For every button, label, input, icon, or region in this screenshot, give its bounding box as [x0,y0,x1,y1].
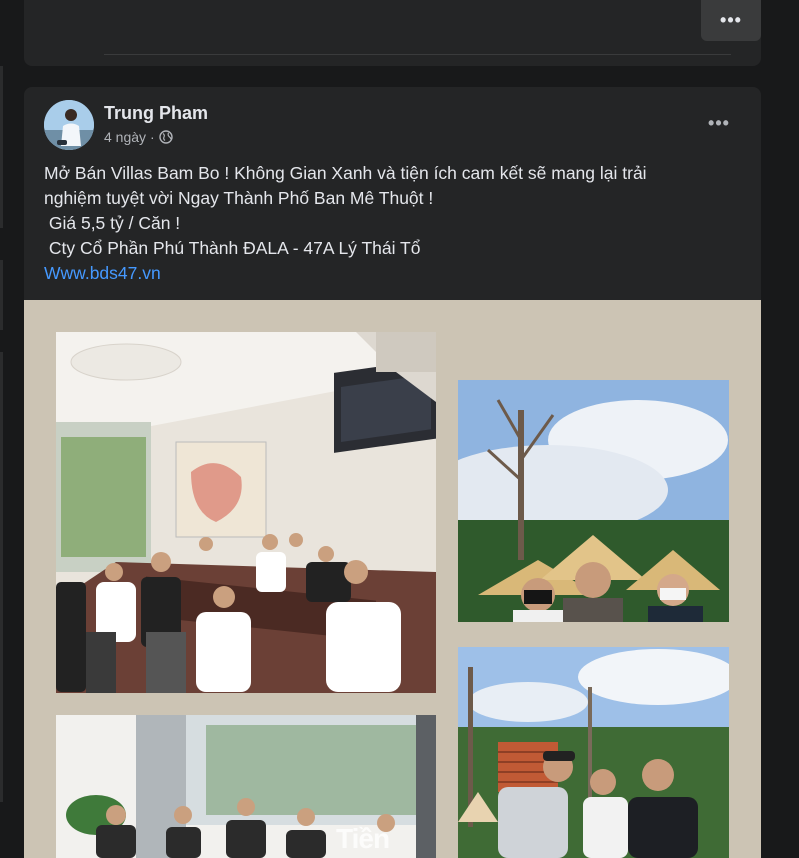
post-more-button[interactable]: ••• [702,110,736,136]
photo-site-visit[interactable] [458,647,729,858]
post-text-line: Mở Bán Villas Bam Bo ! Không Gian Xanh v… [44,163,647,183]
post-text-line: Giá 5,5 tỷ / Căn ! [44,213,181,233]
post-meta: 4 ngày · [104,129,173,145]
more-horizontal-icon: ••• [708,112,730,133]
author-avatar[interactable] [44,100,94,150]
photo-office-entrance[interactable]: Tiền phong [56,715,436,858]
left-column-edge [0,260,3,330]
photo-three-women[interactable] [458,380,729,622]
comment-input-divider [104,54,731,55]
watermark: Tiền phong [336,823,418,858]
previous-post-card [24,0,761,66]
post-body: Mở Bán Villas Bam Bo ! Không Gian Xanh v… [44,161,734,286]
post-media-collage: Tiền phong [24,300,761,858]
more-horizontal-icon: ••• [720,10,742,30]
post-card: Trung Pham 4 ngày · ••• Mở Bán Villas Ba… [24,87,761,858]
previous-post-more-button[interactable]: ••• [701,0,761,41]
photo-meeting-room[interactable] [56,332,436,693]
author-name[interactable]: Trung Pham [104,103,208,124]
post-text-line: nghiệm tuyệt vời Ngay Thành Phố Ban Mê T… [44,188,434,208]
post-text-line: Cty Cổ Phần Phú Thành ĐALA - 47A Lý Thái… [44,238,421,258]
meta-separator: · [150,129,155,145]
left-column-edge [0,352,3,802]
globe-icon[interactable] [159,130,173,144]
post-link[interactable]: Www.bds47.vn [44,263,161,283]
post-timestamp[interactable]: 4 ngày [104,129,146,145]
left-column-edge [0,66,3,228]
